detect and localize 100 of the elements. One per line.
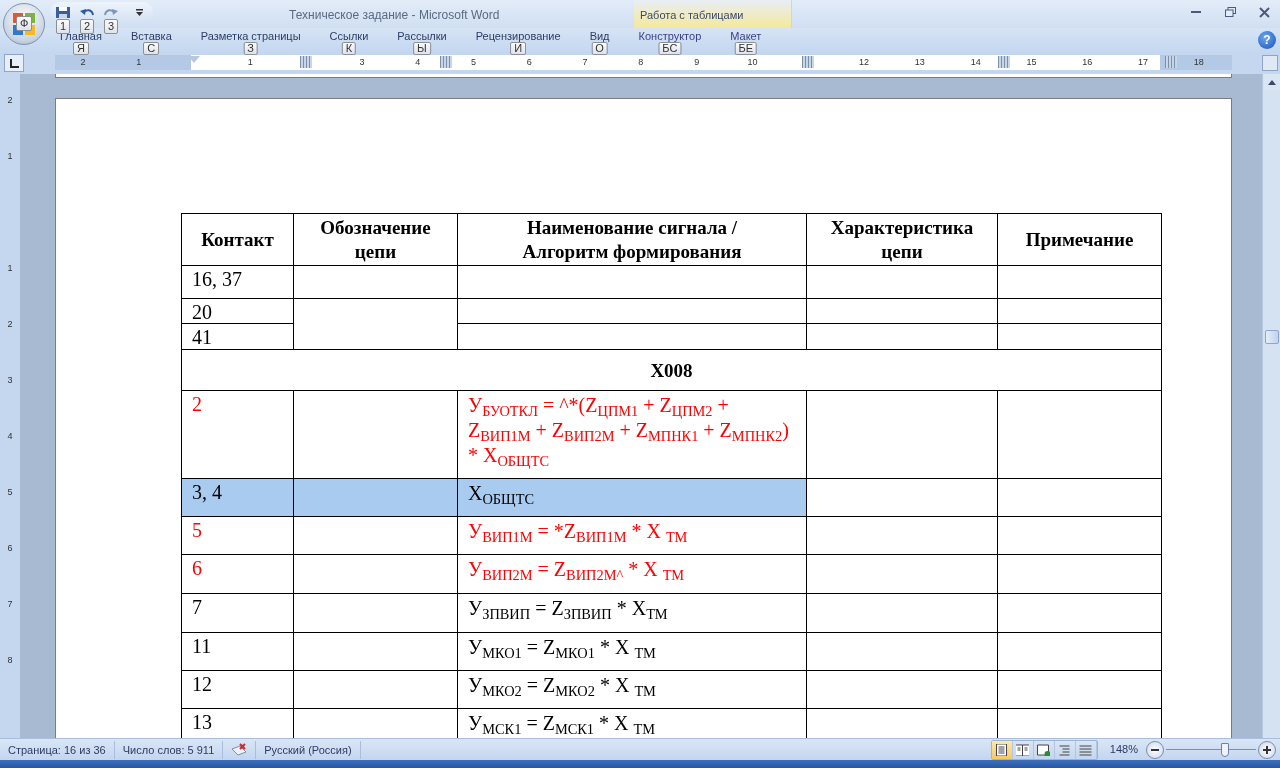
keytip: 3 <box>104 18 119 34</box>
table-cell: 5 <box>181 516 294 555</box>
ruler-number: 5 <box>7 486 13 499</box>
minus-icon <box>1151 748 1159 751</box>
ruler-number: 1 <box>247 56 253 69</box>
page-globe-icon <box>1037 743 1051 756</box>
language-indicator[interactable]: Русский (Россия) <box>256 740 361 759</box>
page-icon <box>995 743 1009 756</box>
ruler-number: 3 <box>359 56 365 69</box>
keytip: О <box>591 42 608 55</box>
undo-button[interactable] <box>78 6 96 18</box>
save-button[interactable] <box>54 6 72 18</box>
ruler-number: 2 <box>7 318 13 331</box>
print-layout-view-button[interactable] <box>991 740 1013 759</box>
page-count[interactable]: Страница: 16 из 36 <box>0 740 115 759</box>
column-marker[interactable] <box>439 56 452 68</box>
zoom-in-button[interactable] <box>1258 740 1276 759</box>
column-marker[interactable] <box>997 56 1010 68</box>
keytip: Я <box>72 42 89 55</box>
lines-icon <box>1079 743 1093 756</box>
ruler-number: 2 <box>7 94 13 107</box>
spellcheck-icon[interactable] <box>231 743 248 756</box>
table-cell: 16, 37 <box>181 265 294 299</box>
ruler-number: 1 <box>7 262 13 275</box>
zoom-slider-thumb[interactable] <box>1220 742 1229 757</box>
tab-selector-button[interactable] <box>4 54 24 72</box>
ribbon-tab[interactable]: Ссылки <box>329 30 369 42</box>
ruler-number: 8 <box>7 654 13 667</box>
column-header: Характеристика цепи <box>806 213 998 266</box>
ruler-number: 16 <box>1082 56 1093 69</box>
table-cell: У$_{ВИП1М}$ = *Z$_{ВИП1М}$ * Х $_{ТМ}$ <box>457 516 807 555</box>
ruler-number: 6 <box>7 542 13 555</box>
column-header: Контакт <box>181 213 294 266</box>
ruler-number: 10 <box>747 56 758 69</box>
restore-icon <box>1224 7 1236 17</box>
scroll-thumb[interactable] <box>1264 330 1279 344</box>
zoom-out-button[interactable] <box>1146 740 1164 759</box>
keytip: К <box>341 42 357 55</box>
undo-icon <box>80 8 94 16</box>
up-arrow-icon <box>1267 79 1276 85</box>
indent-marker[interactable] <box>188 56 201 63</box>
table-cell: У$_{МКО1}$ = Z$_{МКО1}$ * Х $_{ТМ}$ <box>457 632 807 671</box>
ribbon-tab[interactable]: Вид <box>589 30 610 42</box>
vertical-scrollbar[interactable] <box>1262 74 1280 738</box>
ruler-number: 17 <box>1138 56 1149 69</box>
table-cell: У$_{БУОТКЛ}$ = ^*(Z$_{ЦПМ1}$ + Z$_{ЦПМ2}$ + Z$_{ВИП1М}$ + Z$_{ВИП2М}$ + Z$_{МПНК1}$ + Z$_{МПНК2}$) * Х$_{ОБЩТС}$ <box>457 390 807 479</box>
keytip: Ф <box>16 16 33 31</box>
save-icon <box>56 6 70 18</box>
table-cell: 12 <box>181 670 294 709</box>
ruler-number: 4 <box>7 430 13 443</box>
ribbon-tab[interactable]: Вставка <box>130 30 172 42</box>
customize-dropdown-icon[interactable] <box>136 8 143 16</box>
ruler-number: 14 <box>970 56 981 69</box>
table-cell: 6 <box>181 554 294 594</box>
keytip: БЕ <box>734 42 758 55</box>
ruler-number: 8 <box>638 56 644 69</box>
ruler-number: 3 <box>7 374 13 387</box>
zoom-slider[interactable] <box>1166 741 1256 758</box>
ruler-number: 12 <box>859 56 870 69</box>
table-cell: 3, 4 <box>181 478 294 517</box>
redo-button[interactable] <box>102 6 120 18</box>
column-marker[interactable] <box>300 56 313 68</box>
section-title: Х008 <box>181 349 1162 391</box>
scroll-up-button[interactable] <box>1263 74 1280 90</box>
ribbon-tab[interactable]: Конструктор <box>638 30 702 42</box>
plus-icon <box>1263 745 1271 754</box>
table-cell: 11 <box>181 632 294 671</box>
table-cell: У$_{ВИП2М}$ = Z$_{ВИП2М^}$ * Х $_{ТМ}$ <box>457 554 807 594</box>
ruler-number: 18 <box>1193 56 1204 69</box>
keytip: 2 <box>80 18 95 34</box>
outline-icon <box>1058 743 1072 756</box>
minimize-icon <box>1191 11 1201 13</box>
ribbon-tab[interactable]: Рассылки <box>397 30 447 42</box>
ruler-number: 6 <box>526 56 532 69</box>
window-title: Техническое задание - Microsoft Word <box>289 7 500 24</box>
table-cell: У$_{МКО2}$ = Z$_{МКО2}$ * Х $_{ТМ}$ <box>457 670 807 709</box>
ruler-number: 9 <box>694 56 700 69</box>
close-icon <box>1258 6 1270 18</box>
zoom-level[interactable]: 148% <box>1097 741 1146 758</box>
ribbon-tab[interactable]: Разметка страницы <box>200 30 301 42</box>
table-cell: Х$_{ОБЩТС}$ <box>457 478 807 517</box>
keytip: С <box>143 42 160 55</box>
table-tools-group-label: Работа с таблицами <box>634 0 792 28</box>
ruler-number: 15 <box>1026 56 1037 69</box>
ruler-number: 5 <box>470 56 476 69</box>
tab-stop-icon <box>9 58 19 68</box>
ruler-number: 2 <box>80 56 86 69</box>
word-count[interactable]: Число слов: 5 911 <box>114 740 224 759</box>
ribbon-tab[interactable]: Рецензирование <box>475 30 561 42</box>
column-marker[interactable] <box>802 56 815 68</box>
column-marker[interactable] <box>1164 56 1177 68</box>
table-cell: 7 <box>181 593 294 633</box>
open-book-icon <box>1016 743 1030 756</box>
redo-icon <box>104 8 118 16</box>
ruler-number: 1 <box>7 150 13 163</box>
table-cell: У$_{ЗПВИП}$ = Z$_{ЗПВИП}$ * Х$_{ТМ}$ <box>457 593 807 633</box>
keytip: З <box>243 42 258 55</box>
keytip: И <box>510 42 527 55</box>
keytip: БС <box>658 42 682 55</box>
ribbon-tab[interactable]: Макет <box>730 30 762 42</box>
